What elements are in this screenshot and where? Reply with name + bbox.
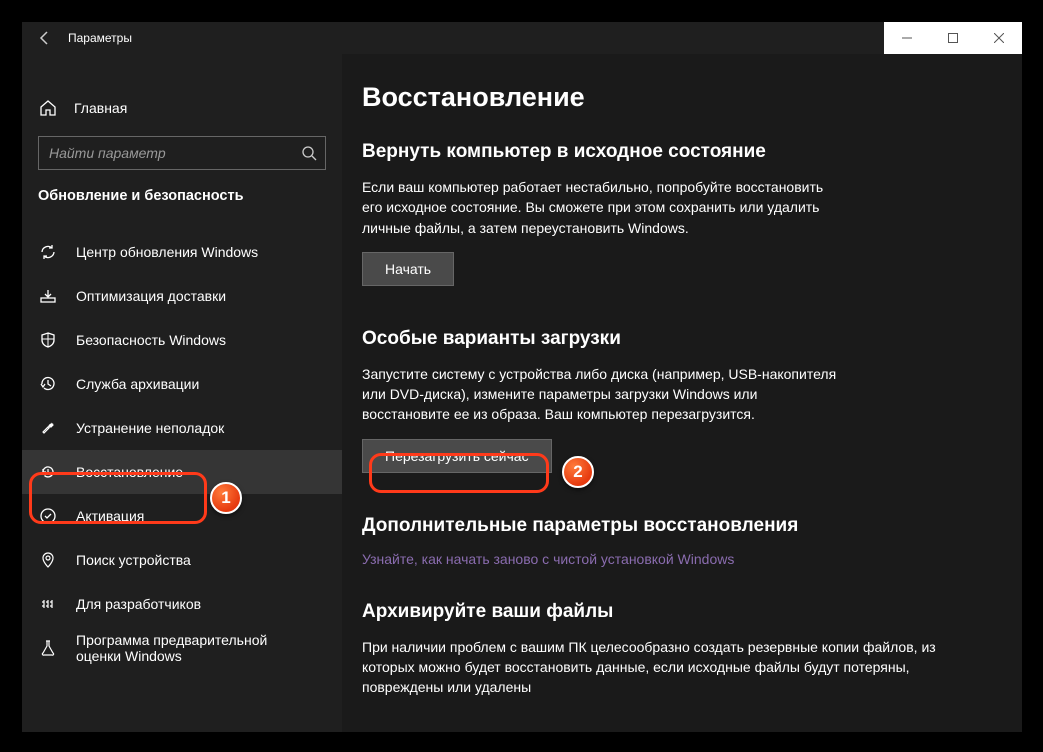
sidebar-item-windows-security[interactable]: Безопасность Windows	[22, 318, 342, 362]
sidebar-item-label: Служба архивации	[76, 376, 199, 392]
maximize-button[interactable]	[930, 22, 976, 54]
backup-icon	[38, 375, 58, 393]
sidebar-item-label: Программа предварительной оценки Windows	[76, 632, 306, 664]
developer-icon	[38, 595, 58, 613]
location-icon	[38, 551, 58, 569]
annotation-badge-1: 1	[210, 482, 242, 514]
content-pane: Восстановление Вернуть компьютер в исход…	[342, 54, 1022, 732]
search-input[interactable]	[49, 145, 301, 161]
sync-icon	[38, 243, 58, 261]
sidebar-item-label: Безопасность Windows	[76, 332, 226, 348]
close-button[interactable]	[976, 22, 1022, 54]
section-heading: Особые варианты загрузки	[362, 328, 992, 350]
section-more-recovery: Дополнительные параметры восстановления …	[362, 515, 992, 567]
restart-now-button[interactable]: Перезагрузить сейчас	[362, 439, 552, 473]
sidebar-item-developers[interactable]: Для разработчиков	[22, 582, 342, 626]
sidebar-item-label: Восстановление	[76, 464, 183, 480]
sidebar-item-label: Поиск устройства	[76, 552, 191, 568]
sidebar-section-label: Обновление и безопасность	[22, 188, 342, 214]
settings-window: Параметры Главная	[22, 22, 1022, 732]
shield-icon	[38, 331, 58, 349]
search-box[interactable]	[38, 136, 326, 170]
flask-icon	[38, 639, 58, 657]
sidebar-item-label: Устранение неполадок	[76, 420, 224, 436]
window-controls	[884, 22, 1022, 54]
section-reset: Вернуть компьютер в исходное состояние Е…	[362, 141, 992, 286]
sidebar-item-label: Активация	[76, 508, 144, 524]
annotation-badge-2: 2	[562, 456, 594, 488]
section-heading: Архивируйте ваши файлы	[362, 601, 992, 623]
sidebar-item-insider[interactable]: Программа предварительной оценки Windows	[22, 626, 342, 670]
sidebar-item-windows-update[interactable]: Центр обновления Windows	[22, 230, 342, 274]
section-description: Если ваш компьютер работает нестабильно,…	[362, 177, 842, 238]
check-circle-icon	[38, 507, 58, 525]
section-description: При наличии проблем с вашим ПК целесообр…	[362, 637, 962, 698]
sidebar-item-find-device[interactable]: Поиск устройства	[22, 538, 342, 582]
section-heading: Вернуть компьютер в исходное состояние	[362, 141, 992, 163]
sidebar-nav: Центр обновления Windows Оптимизация дос…	[22, 214, 342, 670]
section-advanced-startup: Особые варианты загрузки Запустите систе…	[362, 328, 992, 473]
sidebar-item-label: Центр обновления Windows	[76, 244, 258, 260]
sidebar-item-backup[interactable]: Служба архивации	[22, 362, 342, 406]
section-archive: Архивируйте ваши файлы При наличии пробл…	[362, 601, 992, 698]
sidebar: Главная Обновление и безопасность Центр …	[22, 54, 342, 732]
sidebar-item-label: Для разработчиков	[76, 596, 201, 612]
delivery-icon	[38, 287, 58, 305]
wrench-icon	[38, 419, 58, 437]
sidebar-item-troubleshoot[interactable]: Устранение неполадок	[22, 406, 342, 450]
titlebar: Параметры	[22, 22, 1022, 54]
section-heading: Дополнительные параметры восстановления	[362, 515, 992, 537]
sidebar-item-recovery[interactable]: Восстановление	[22, 450, 342, 494]
sidebar-item-activation[interactable]: Активация	[22, 494, 342, 538]
minimize-button[interactable]	[884, 22, 930, 54]
fresh-start-link[interactable]: Узнайте, как начать заново с чистой уста…	[362, 551, 992, 567]
home-icon	[38, 99, 58, 117]
back-button[interactable]	[22, 22, 68, 54]
sidebar-item-label: Оптимизация доставки	[76, 288, 226, 304]
search-icon	[301, 145, 317, 161]
home-button[interactable]: Главная	[22, 86, 342, 130]
section-description: Запустите систему с устройства либо диск…	[362, 364, 842, 425]
app-title: Параметры	[68, 31, 132, 45]
history-icon	[38, 463, 58, 481]
home-label: Главная	[74, 100, 127, 116]
reset-start-button[interactable]: Начать	[362, 252, 454, 286]
sidebar-item-delivery-optimization[interactable]: Оптимизация доставки	[22, 274, 342, 318]
page-title: Восстановление	[362, 82, 992, 113]
